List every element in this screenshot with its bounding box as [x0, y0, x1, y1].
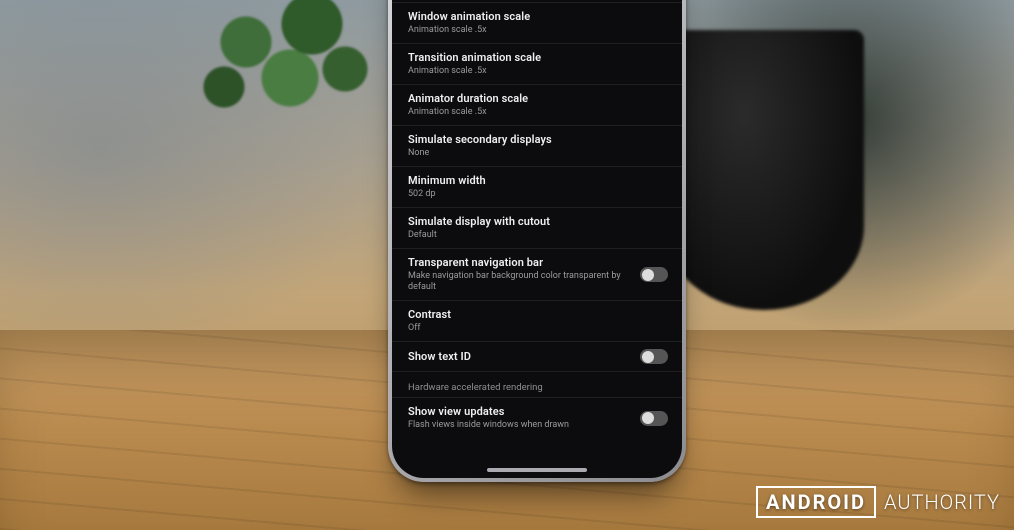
row-subtitle: Make navigation bar background color tra… — [408, 271, 630, 294]
row-animator-duration-scale[interactable]: Animator duration scale Animation scale … — [392, 84, 682, 125]
row-transition-animation-scale[interactable]: Transition animation scale Animation sca… — [392, 43, 682, 84]
row-transparent-navigation-bar[interactable]: Transparent navigation bar Make navigati… — [392, 248, 682, 300]
photo-scene: Force screen layout direction to RTL for… — [0, 0, 1014, 530]
row-show-text-id[interactable]: Show text ID — [392, 341, 682, 371]
row-minimum-width[interactable]: Minimum width 502 dp — [392, 166, 682, 207]
plant-pot — [664, 30, 864, 310]
gesture-home-indicator[interactable] — [487, 468, 587, 472]
watermark-android-authority: ANDROID AUTHORITY — [756, 486, 1000, 518]
row-subtitle: Default — [408, 230, 668, 241]
toggle-show-view-updates[interactable] — [640, 411, 668, 426]
row-subtitle: Flash views inside windows when drawn — [408, 420, 630, 431]
watermark-brand-box: ANDROID — [756, 486, 876, 518]
phone-frame: Force screen layout direction to RTL for… — [388, 0, 686, 482]
row-simulate-secondary-displays[interactable]: Simulate secondary displays None — [392, 125, 682, 166]
row-contrast[interactable]: Contrast Off — [392, 300, 682, 341]
plant-leaves — [180, 0, 400, 150]
toggle-transparent-navigation-bar[interactable] — [640, 267, 668, 282]
row-subtitle: Animation scale .5x — [408, 66, 668, 77]
toggle-show-text-id[interactable] — [640, 349, 668, 364]
row-title: Show view updates — [408, 405, 630, 419]
row-title: Minimum width — [408, 174, 668, 188]
row-subtitle: 502 dp — [408, 189, 668, 200]
row-show-view-updates[interactable]: Show view updates Flash views inside win… — [392, 397, 682, 438]
section-hardware-accelerated-rendering: Hardware accelerated rendering — [392, 371, 682, 397]
phone-screen: Force screen layout direction to RTL for… — [392, 0, 682, 478]
row-subtitle: Animation scale .5x — [408, 25, 668, 36]
row-title: Transparent navigation bar — [408, 256, 630, 270]
watermark-brand-rest: AUTHORITY — [884, 490, 1000, 514]
row-title: Transition animation scale — [408, 51, 668, 65]
row-subtitle: Off — [408, 323, 668, 334]
row-title: Animator duration scale — [408, 92, 668, 106]
row-title: Contrast — [408, 308, 668, 322]
row-title: Window animation scale — [408, 10, 668, 24]
row-window-animation-scale[interactable]: Window animation scale Animation scale .… — [392, 2, 682, 43]
row-subtitle: None — [408, 148, 668, 159]
row-title: Simulate display with cutout — [408, 215, 668, 229]
row-simulate-display-with-cutout[interactable]: Simulate display with cutout Default — [392, 207, 682, 248]
row-subtitle: Animation scale .5x — [408, 107, 668, 118]
row-title: Show text ID — [408, 350, 630, 364]
row-title: Simulate secondary displays — [408, 133, 668, 147]
developer-options-list[interactable]: Force screen layout direction to RTL for… — [392, 0, 682, 438]
